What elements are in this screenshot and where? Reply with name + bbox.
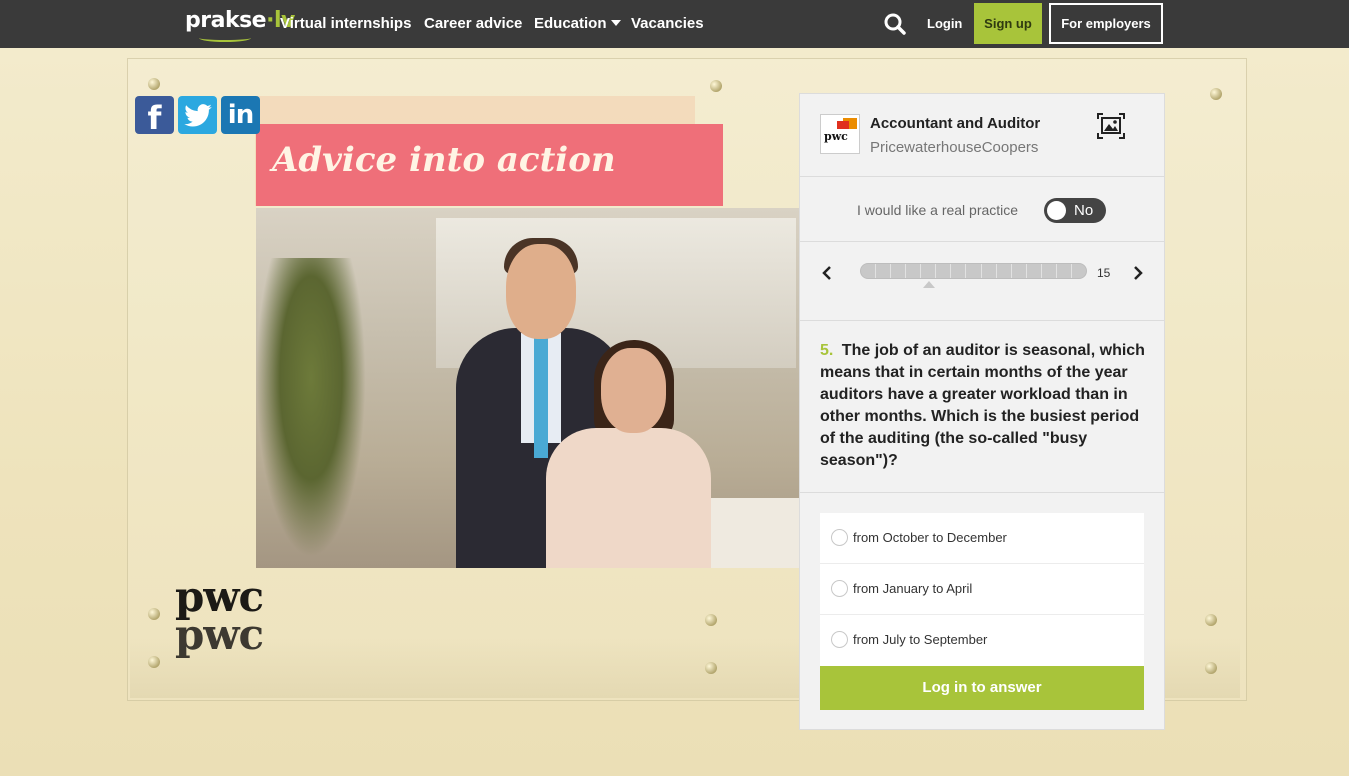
progress-segment[interactable] xyxy=(861,264,877,278)
company-logo[interactable]: pwc xyxy=(820,114,860,154)
progress-track[interactable] xyxy=(860,263,1087,279)
progress-segment[interactable] xyxy=(936,264,952,278)
radio-button[interactable] xyxy=(831,631,848,648)
progress-pointer xyxy=(923,281,935,288)
site-logo[interactable]: prakse·lv xyxy=(185,8,295,42)
logo-dot: · xyxy=(266,8,274,33)
question-progress: 15 xyxy=(800,243,1164,321)
nav-virtual-internships[interactable]: Virtual internships xyxy=(280,15,411,32)
question-number: 5. xyxy=(820,342,834,359)
chevron-left-icon[interactable] xyxy=(819,265,835,281)
progress-segment[interactable] xyxy=(997,264,1012,278)
tie xyxy=(534,338,548,458)
progress-segment[interactable] xyxy=(1012,264,1027,278)
toggle-state: No xyxy=(1074,202,1094,219)
wall-pin xyxy=(705,662,717,674)
progress-segment[interactable] xyxy=(1042,264,1057,278)
progress-segment[interactable] xyxy=(906,264,922,278)
job-title[interactable]: Accountant and Auditor xyxy=(870,115,1040,132)
face xyxy=(601,348,666,433)
radio-button[interactable] xyxy=(831,529,848,546)
answer-list: from October to December from January to… xyxy=(820,513,1144,666)
answer-label: from July to September xyxy=(853,632,988,647)
answer-option[interactable]: from October to December xyxy=(820,513,1144,564)
practice-label: I would like a real practice xyxy=(857,202,1019,218)
answer-option[interactable]: from July to September xyxy=(820,615,1144,666)
answer-option[interactable]: from January to April xyxy=(820,564,1144,615)
wall-pin xyxy=(148,608,160,620)
wall-pin xyxy=(1210,88,1222,100)
hero-photo xyxy=(256,208,800,568)
search-icon[interactable] xyxy=(884,13,906,35)
progress-segment[interactable] xyxy=(891,264,907,278)
wall-pin xyxy=(1205,614,1217,626)
question-panel: pwc Accountant and Auditor Pricewaterhou… xyxy=(799,93,1165,730)
progress-segment[interactable] xyxy=(1027,264,1042,278)
question-text: 5. The job of an auditor is seasonal, wh… xyxy=(820,340,1150,472)
office-plant xyxy=(256,258,366,558)
toggle-knob xyxy=(1047,201,1066,220)
company-logo-text: pwc xyxy=(824,130,848,143)
person-woman xyxy=(546,428,711,568)
pwc-logo-reflection: pwc xyxy=(175,610,264,659)
wall-pin xyxy=(148,78,160,90)
logo-smile xyxy=(199,34,251,42)
nav-education[interactable]: Education xyxy=(534,15,621,32)
logo-main: prakse xyxy=(185,8,267,33)
question-body: The job of an auditor is seasonal, which… xyxy=(820,342,1145,469)
nav-career-advice[interactable]: Career advice xyxy=(424,15,522,32)
progress-segment[interactable] xyxy=(951,264,967,278)
radio-button[interactable] xyxy=(831,580,848,597)
divider xyxy=(800,492,1164,493)
progress-segment[interactable] xyxy=(876,264,892,278)
image-gallery-icon[interactable] xyxy=(1097,113,1125,139)
progress-segment[interactable] xyxy=(966,264,982,278)
answer-label: from October to December xyxy=(853,530,1007,545)
wall-pin xyxy=(1205,662,1217,674)
for-employers-button[interactable]: For employers xyxy=(1049,3,1163,44)
twitter-icon[interactable] xyxy=(178,96,217,134)
practice-toggle[interactable]: No xyxy=(1044,198,1106,223)
chevron-down-icon xyxy=(610,20,621,26)
chevron-right-icon[interactable] xyxy=(1130,265,1146,281)
progress-segment[interactable] xyxy=(1057,264,1072,278)
progress-segment[interactable] xyxy=(1072,264,1086,278)
top-navigation: prakse·lv Virtual internships Career adv… xyxy=(0,0,1349,48)
nav-education-label: Education xyxy=(534,15,607,32)
answer-label: from January to April xyxy=(853,581,973,596)
nav-vacancies[interactable]: Vacancies xyxy=(631,15,704,32)
pwc-wall-logo: pwc pwc xyxy=(175,576,264,659)
banner-text: Advice into action xyxy=(272,140,616,180)
facebook-icon[interactable]: f xyxy=(135,96,174,137)
wall-pin xyxy=(710,80,722,92)
signup-button[interactable]: Sign up xyxy=(974,3,1042,44)
wall-pin xyxy=(148,656,160,668)
logo-block-red xyxy=(837,121,849,129)
linkedin-icon[interactable]: in xyxy=(221,96,260,134)
progress-segment[interactable] xyxy=(921,264,937,278)
practice-toggle-row: I would like a real practice No xyxy=(800,178,1164,242)
job-header: pwc Accountant and Auditor Pricewaterhou… xyxy=(800,94,1164,177)
wall-pin xyxy=(705,614,717,626)
progress-segment[interactable] xyxy=(982,264,997,278)
face xyxy=(506,244,576,339)
login-to-answer-button[interactable]: Log in to answer xyxy=(820,666,1144,710)
login-link[interactable]: Login xyxy=(927,16,962,31)
twitter-bird-icon xyxy=(183,104,212,127)
company-name[interactable]: PricewaterhouseCoopers xyxy=(870,139,1038,156)
question-count: 15 xyxy=(1097,266,1111,280)
